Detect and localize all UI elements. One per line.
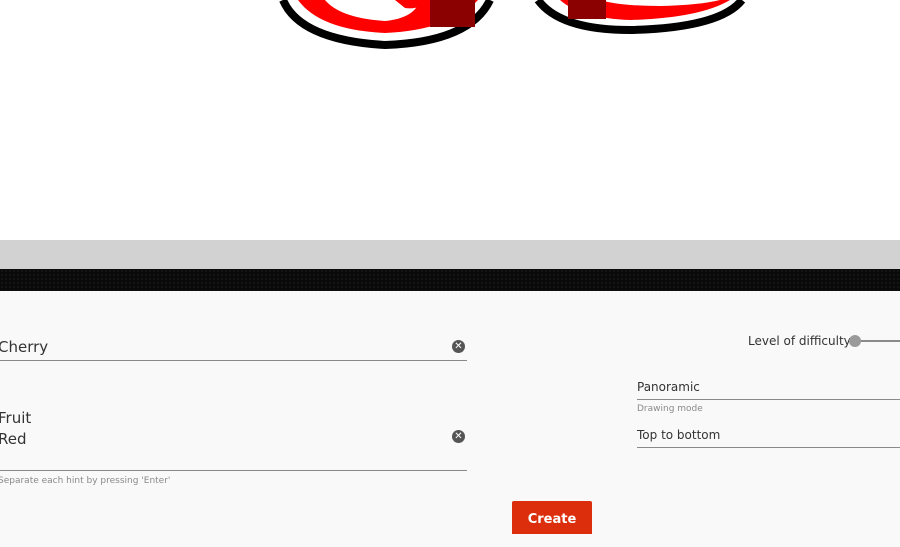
create-button[interactable]: Create [512,501,592,534]
toolbar-strip [0,269,900,291]
hints-helper-text: Separate each hint by pressing 'Enter' [0,476,171,486]
drawing-direction-select[interactable]: Top to bottom [637,427,900,448]
drawing-direction-value: Top to bottom [637,428,721,442]
view-mode-value: Panoramic [637,380,700,394]
cherry-drawing [279,0,746,50]
close-circle-icon[interactable]: ✕ [452,340,465,353]
difficulty-label: Level of difficulty [748,334,851,348]
drawing-mode-label: Drawing mode [637,404,703,414]
name-field[interactable]: Cherry ✕ [0,336,467,361]
hints-field[interactable]: Fruit Red ✕ [0,406,467,471]
hint-line-fruit: Fruit [0,409,32,427]
hint-line-red: Red [0,430,27,448]
name-value: Cherry [0,338,49,356]
drawing-canvas[interactable] [0,0,900,240]
close-circle-icon[interactable]: ✕ [452,430,465,443]
difficulty-slider-thumb[interactable] [849,335,861,347]
difficulty-slider-track[interactable] [855,340,900,342]
canvas-border [0,240,900,269]
view-mode-select[interactable]: Panoramic [637,379,900,400]
